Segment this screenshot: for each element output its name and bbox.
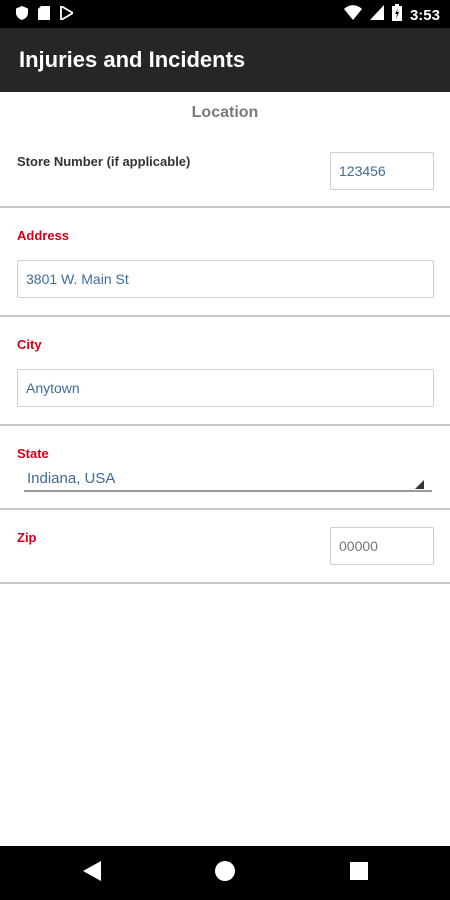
city-label: City bbox=[17, 337, 42, 352]
back-icon bbox=[83, 860, 101, 886]
home-button[interactable] bbox=[195, 846, 255, 900]
state-label: State bbox=[17, 446, 49, 461]
store-number-input[interactable]: 123456 bbox=[330, 152, 434, 190]
zip-input[interactable] bbox=[330, 527, 434, 565]
address-row: Address 3801 W. Main St bbox=[0, 208, 450, 317]
location-form: Location Store Number (if applicable) 12… bbox=[0, 92, 450, 846]
status-right: 3:53 bbox=[343, 4, 440, 26]
recents-button[interactable] bbox=[329, 846, 389, 900]
page-title: Injuries and Incidents bbox=[19, 47, 246, 72]
dropdown-arrow-icon bbox=[415, 480, 424, 489]
shield-icon bbox=[16, 6, 28, 25]
wifi-icon bbox=[343, 5, 362, 25]
nav-bar bbox=[0, 846, 450, 900]
play-store-icon bbox=[60, 4, 75, 25]
store-number-row: Store Number (if applicable) 123456 bbox=[0, 92, 450, 208]
city-row: City Anytown bbox=[0, 317, 450, 426]
address-input[interactable]: 3801 W. Main St bbox=[17, 260, 434, 298]
battery-icon bbox=[391, 4, 402, 26]
state-selected-value: Indiana, USA bbox=[27, 470, 116, 487]
status-bar: 3:53 bbox=[0, 0, 450, 28]
sd-card-icon bbox=[38, 6, 50, 25]
zip-row: Zip bbox=[0, 510, 450, 584]
recents-icon bbox=[350, 861, 368, 885]
select-underline bbox=[24, 490, 432, 492]
state-select[interactable]: Indiana, USA bbox=[17, 466, 437, 496]
city-input[interactable]: Anytown bbox=[17, 369, 434, 407]
status-left-icons bbox=[16, 4, 75, 25]
address-label: Address bbox=[17, 228, 70, 243]
home-icon bbox=[215, 860, 235, 886]
back-button[interactable] bbox=[62, 846, 122, 900]
signal-icon bbox=[369, 5, 384, 25]
store-number-label: Store Number (if applicable) bbox=[17, 154, 191, 169]
clock: 3:53 bbox=[409, 6, 440, 24]
app-bar: Injuries and Incidents bbox=[0, 28, 450, 92]
zip-label: Zip bbox=[17, 530, 37, 545]
state-row: State Indiana, USA bbox=[0, 426, 450, 510]
